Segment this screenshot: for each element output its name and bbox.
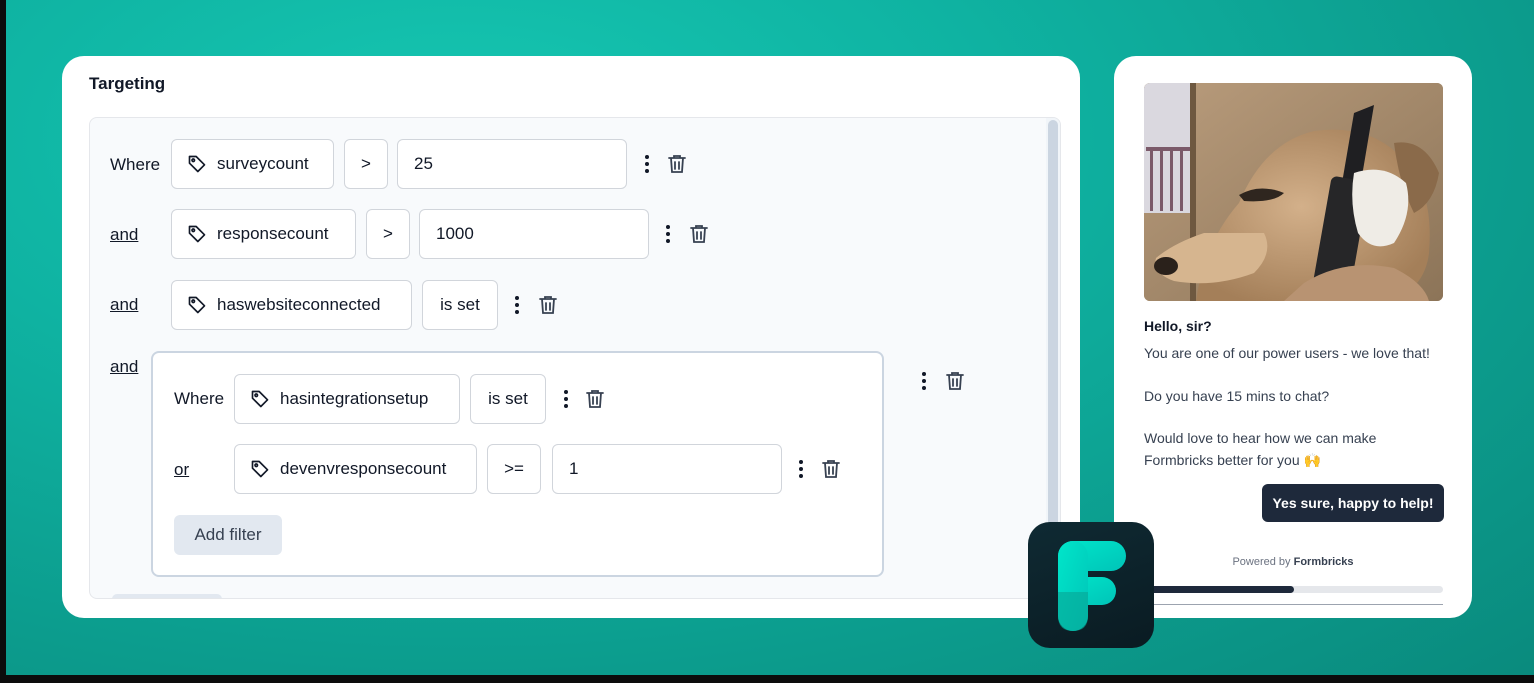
trash-icon[interactable]	[946, 371, 964, 391]
survey-body: You are one of our power users - we love…	[1144, 343, 1444, 471]
targeting-title: Targeting	[89, 74, 166, 93]
powered-by-brand[interactable]: Formbricks	[1294, 556, 1354, 568]
operator-select[interactable]: is set	[470, 374, 546, 424]
attribute-label: surveycount	[217, 154, 309, 173]
operator-select[interactable]: >=	[487, 444, 541, 494]
survey-heading: Hello, sir?	[1144, 318, 1212, 334]
kebab-menu-icon[interactable]	[665, 225, 671, 243]
attribute-chip[interactable]: hasintegrationsetup	[234, 374, 460, 424]
survey-text-line: Would love to hear how we can make	[1144, 430, 1377, 446]
operator-select[interactable]: is set	[422, 280, 498, 330]
connector-and[interactable]: and	[110, 280, 138, 330]
tag-icon	[188, 155, 206, 173]
survey-preview-card: Hello, sir? You are one of our power use…	[1114, 56, 1472, 618]
screen-border-bottom	[0, 675, 1534, 683]
survey-text-line: Do you have 15 mins to chat?	[1144, 387, 1330, 404]
kebab-menu-icon[interactable]	[921, 372, 927, 390]
targeting-card: Targeting Where surveycount > 25 and res…	[62, 56, 1080, 618]
connector-and[interactable]: and	[110, 210, 138, 260]
kebab-menu-icon[interactable]	[563, 390, 569, 408]
connector-where: Where	[110, 155, 161, 174]
tag-icon	[251, 460, 269, 478]
trash-icon[interactable]	[690, 224, 708, 244]
formbricks-logo	[1028, 522, 1154, 648]
attribute-chip[interactable]: devenvresponsecount	[234, 444, 477, 494]
value-input[interactable]: 1000	[419, 209, 649, 259]
operator-select[interactable]: >	[366, 209, 410, 259]
tag-icon	[188, 296, 206, 314]
powered-by-prefix: Powered by	[1232, 556, 1291, 568]
value-input[interactable]: 1	[552, 444, 782, 494]
survey-text-line: Formbricks better for you 🙌	[1144, 451, 1321, 468]
trash-icon[interactable]	[668, 154, 686, 174]
divider	[1144, 604, 1443, 605]
kebab-menu-icon[interactable]	[514, 296, 520, 314]
survey-text-line: You are one of our power users - we love…	[1144, 345, 1430, 361]
connector-or[interactable]: or	[174, 445, 189, 495]
add-filter-button[interactable]: Add filter	[174, 515, 282, 555]
trash-icon[interactable]	[822, 459, 840, 479]
survey-image-dog-on-phone	[1144, 83, 1443, 301]
value-input[interactable]: 25	[397, 139, 627, 189]
progress-bar	[1144, 586, 1443, 593]
attribute-label: hasintegrationsetup	[280, 389, 429, 408]
attribute-chip[interactable]: surveycount	[171, 139, 334, 189]
kebab-menu-icon[interactable]	[644, 155, 650, 173]
filter-area: Where surveycount > 25 and responsecount…	[89, 117, 1061, 599]
attribute-chip[interactable]: responsecount	[171, 209, 356, 259]
connector-where: Where	[174, 389, 225, 408]
attribute-chip[interactable]: haswebsiteconnected	[171, 280, 412, 330]
formbricks-logo-icon	[1058, 541, 1126, 631]
attribute-label: haswebsiteconnected	[217, 295, 381, 314]
progress-fill	[1144, 586, 1294, 593]
horizontal-scrollbar[interactable]	[112, 594, 222, 598]
connector-and[interactable]: and	[110, 342, 138, 392]
attribute-label: responsecount	[217, 224, 329, 243]
operator-select[interactable]: >	[344, 139, 388, 189]
screen-border-left	[0, 0, 6, 683]
cta-button[interactable]: Yes sure, happy to help!	[1262, 484, 1444, 522]
tag-icon	[188, 225, 206, 243]
attribute-label: devenvresponsecount	[280, 459, 447, 478]
tag-icon	[251, 390, 269, 408]
powered-by: Powered by Formbricks	[1114, 556, 1472, 568]
filter-group: Where hasintegrationsetup is set or deve…	[151, 351, 884, 577]
trash-icon[interactable]	[539, 295, 557, 315]
kebab-menu-icon[interactable]	[798, 460, 804, 478]
trash-icon[interactable]	[586, 389, 604, 409]
